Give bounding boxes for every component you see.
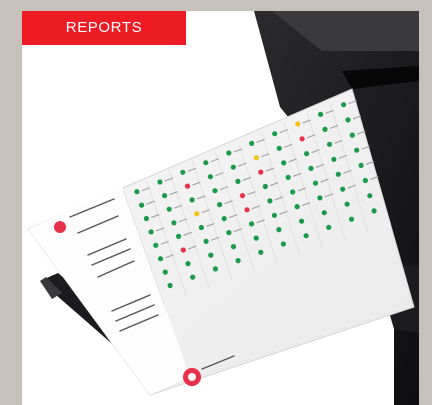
status-dot	[317, 195, 323, 201]
status-dot	[354, 147, 360, 153]
status-dot	[235, 178, 241, 184]
report-logo-top	[54, 221, 66, 233]
status-dot	[295, 121, 301, 127]
status-dot	[285, 174, 291, 180]
status-dot	[271, 212, 277, 218]
status-dot	[299, 136, 305, 142]
status-dot	[185, 261, 191, 267]
status-dot	[235, 258, 241, 264]
status-dot	[207, 174, 213, 180]
status-dot	[153, 242, 159, 248]
status-dot	[230, 244, 237, 250]
status-dot	[281, 160, 287, 166]
status-dot	[326, 224, 332, 230]
status-dot	[322, 126, 328, 132]
status-dot	[258, 249, 264, 255]
status-dot	[335, 171, 341, 177]
status-dot	[341, 102, 347, 108]
status-dot	[189, 197, 195, 203]
status-dot	[194, 211, 200, 217]
status-dot	[258, 169, 264, 175]
status-dot	[180, 247, 186, 253]
status-dot	[249, 221, 255, 227]
status-dot	[276, 227, 282, 233]
status-dot	[134, 189, 140, 195]
image-frame: REPORTS	[0, 0, 432, 405]
status-dot	[294, 204, 300, 210]
status-dot	[249, 140, 255, 146]
status-dot	[148, 229, 154, 235]
status-dot	[203, 238, 209, 244]
status-dot	[276, 145, 282, 151]
status-dot	[326, 141, 333, 147]
status-dot	[203, 160, 209, 166]
status-dot	[331, 156, 337, 162]
status-dot	[340, 186, 346, 192]
status-dot	[162, 269, 168, 275]
status-dot	[349, 132, 355, 138]
status-dot	[217, 202, 223, 208]
status-dot	[190, 274, 196, 280]
status-dot	[158, 256, 164, 262]
status-dot	[166, 206, 172, 212]
status-dot	[157, 179, 163, 185]
status-dot	[321, 210, 327, 216]
status-dot	[143, 215, 149, 222]
status-dot	[239, 193, 246, 199]
photo-illustration	[27, 11, 419, 405]
status-dot	[139, 202, 145, 208]
status-dot	[167, 282, 173, 289]
reports-badge: REPORTS	[22, 11, 186, 45]
report-printer-photo	[22, 11, 419, 405]
status-dot	[362, 177, 368, 184]
status-dot	[371, 208, 377, 214]
status-dot	[272, 131, 278, 137]
status-dot	[267, 198, 273, 204]
status-dot	[176, 233, 182, 239]
status-dot	[308, 165, 314, 171]
status-dot	[303, 233, 309, 239]
status-dot	[290, 189, 296, 195]
status-dot	[280, 241, 286, 247]
status-dot	[367, 193, 373, 199]
status-dot	[226, 230, 232, 236]
status-dot	[198, 224, 204, 231]
status-dot	[162, 193, 168, 199]
status-dot	[212, 266, 218, 272]
status-dot	[212, 188, 218, 194]
status-dot	[253, 235, 259, 241]
status-dot	[180, 169, 186, 175]
status-dot	[345, 117, 351, 123]
status-dot	[304, 151, 310, 157]
status-dot	[348, 216, 355, 222]
status-dot	[171, 220, 177, 226]
status-dot	[208, 252, 214, 258]
status-dot	[318, 111, 324, 117]
status-dot	[226, 150, 232, 156]
status-dot	[253, 155, 259, 161]
status-dot	[358, 162, 364, 168]
status-dot	[184, 183, 191, 189]
status-dot	[344, 201, 350, 207]
status-dot	[299, 218, 305, 224]
status-dot	[230, 164, 236, 170]
status-dot	[221, 216, 227, 222]
status-dot	[312, 180, 319, 186]
status-dot	[244, 207, 250, 213]
status-dot	[262, 183, 268, 190]
